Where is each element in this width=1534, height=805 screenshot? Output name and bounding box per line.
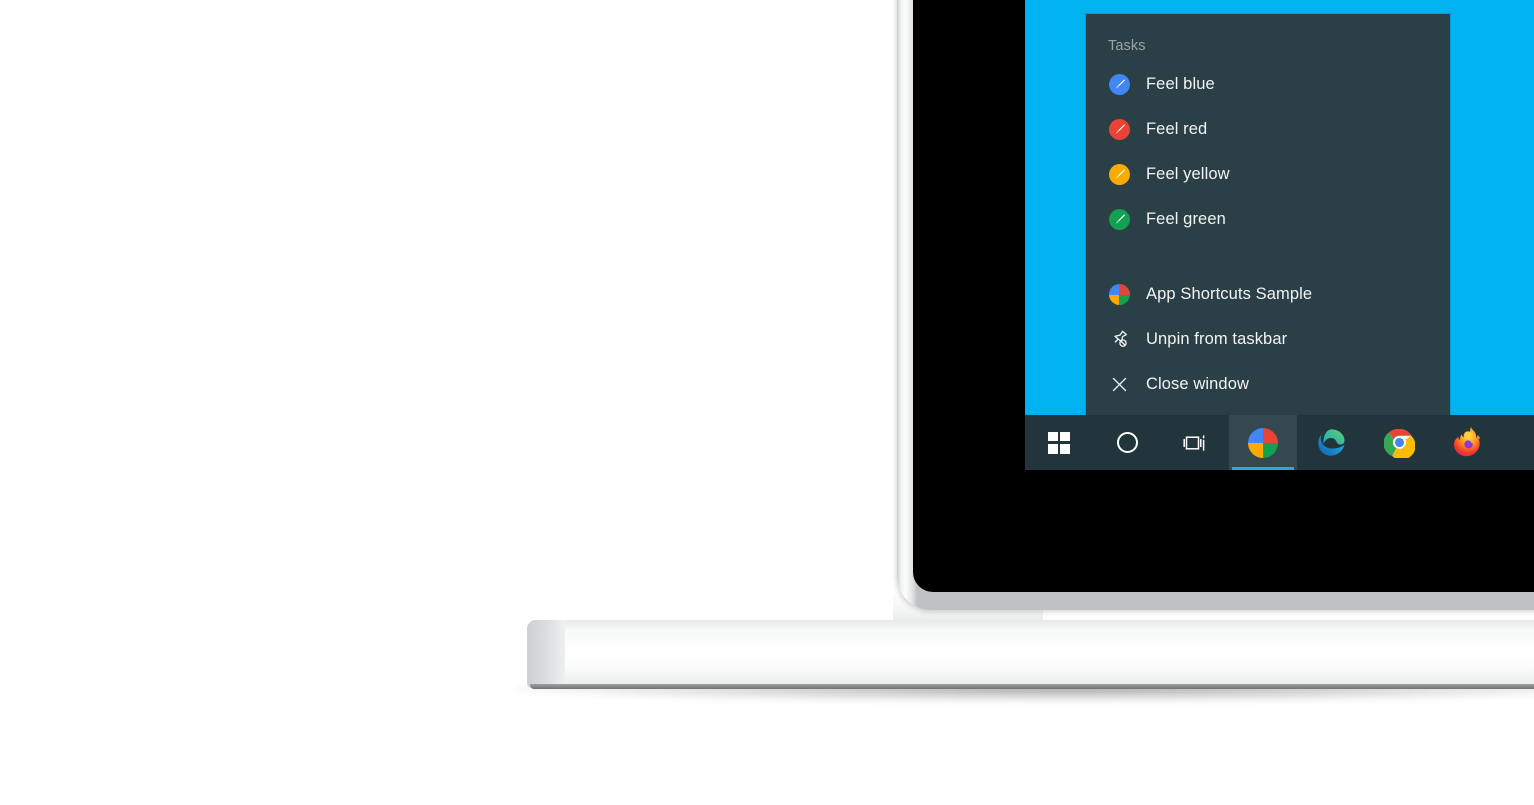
jumplist-menu: Tasks Feel blue Feel red Feel yellow Fee… <box>1086 14 1450 415</box>
jumplist-section-header: Tasks <box>1108 38 1146 54</box>
jumplist-item-app-shortcuts-sample[interactable]: App Shortcuts Sample <box>1086 272 1450 317</box>
paintbrush-icon <box>1106 72 1132 98</box>
laptop-base-bottom-edge <box>530 684 1534 689</box>
unpin-icon <box>1106 327 1132 353</box>
paintbrush-icon <box>1106 162 1132 188</box>
app-pinwheel-icon <box>1248 427 1278 458</box>
taskbar-mozilla-firefox[interactable] <box>1433 415 1501 470</box>
jumplist-item-feel-red[interactable]: Feel red <box>1086 107 1450 152</box>
jumplist-item-label: Feel red <box>1146 120 1208 138</box>
laptop-base <box>527 620 1534 688</box>
taskbar-google-chrome[interactable] <box>1365 415 1433 470</box>
screenshot-stage: Tasks Feel blue Feel red Feel yellow Fee… <box>0 0 1534 805</box>
edge-icon <box>1317 429 1344 456</box>
taskbar-start-button[interactable] <box>1025 415 1093 470</box>
cortana-circle-icon <box>1116 432 1138 453</box>
jumplist-item-close-window[interactable]: Close window <box>1086 362 1450 407</box>
jumplist-item-label: Feel yellow <box>1146 165 1230 183</box>
jumplist-item-feel-yellow[interactable]: Feel yellow <box>1086 152 1450 197</box>
jumplist-item-label: Close window <box>1146 375 1249 393</box>
close-icon <box>1106 372 1132 398</box>
taskbar-cortana-button[interactable] <box>1093 415 1161 470</box>
taskbar-microsoft-edge[interactable] <box>1297 415 1365 470</box>
jumplist-item-feel-blue[interactable]: Feel blue <box>1086 62 1450 107</box>
jumplist-item-label: App Shortcuts Sample <box>1146 285 1313 303</box>
laptop-screen: Tasks Feel blue Feel red Feel yellow Fee… <box>913 0 1534 592</box>
windows-logo-icon <box>1048 431 1070 454</box>
windows-taskbar <box>1025 415 1534 470</box>
jumplist-tasks-group: Feel blue Feel red Feel yellow Feel gree… <box>1086 62 1450 242</box>
taskbar-task-view-button[interactable] <box>1161 415 1229 470</box>
taskbar-app-shortcuts-sample[interactable] <box>1229 415 1297 470</box>
jumplist-item-feel-green[interactable]: Feel green <box>1086 197 1450 242</box>
task-view-icon <box>1183 434 1205 451</box>
jumplist-actions-group: App Shortcuts Sample Unpin from taskbar <box>1086 272 1450 407</box>
app-pinwheel-icon <box>1106 282 1132 308</box>
jumplist-item-label: Feel blue <box>1146 75 1215 93</box>
chrome-icon <box>1383 428 1415 458</box>
paintbrush-icon <box>1106 207 1132 233</box>
jumplist-item-label: Feel green <box>1146 210 1226 228</box>
firefox-icon <box>1453 427 1480 457</box>
jumplist-item-label: Unpin from taskbar <box>1146 330 1288 348</box>
jumplist-item-unpin-from-taskbar[interactable]: Unpin from taskbar <box>1086 317 1450 362</box>
laptop-base-left-face <box>527 620 565 688</box>
paintbrush-icon <box>1106 117 1132 143</box>
